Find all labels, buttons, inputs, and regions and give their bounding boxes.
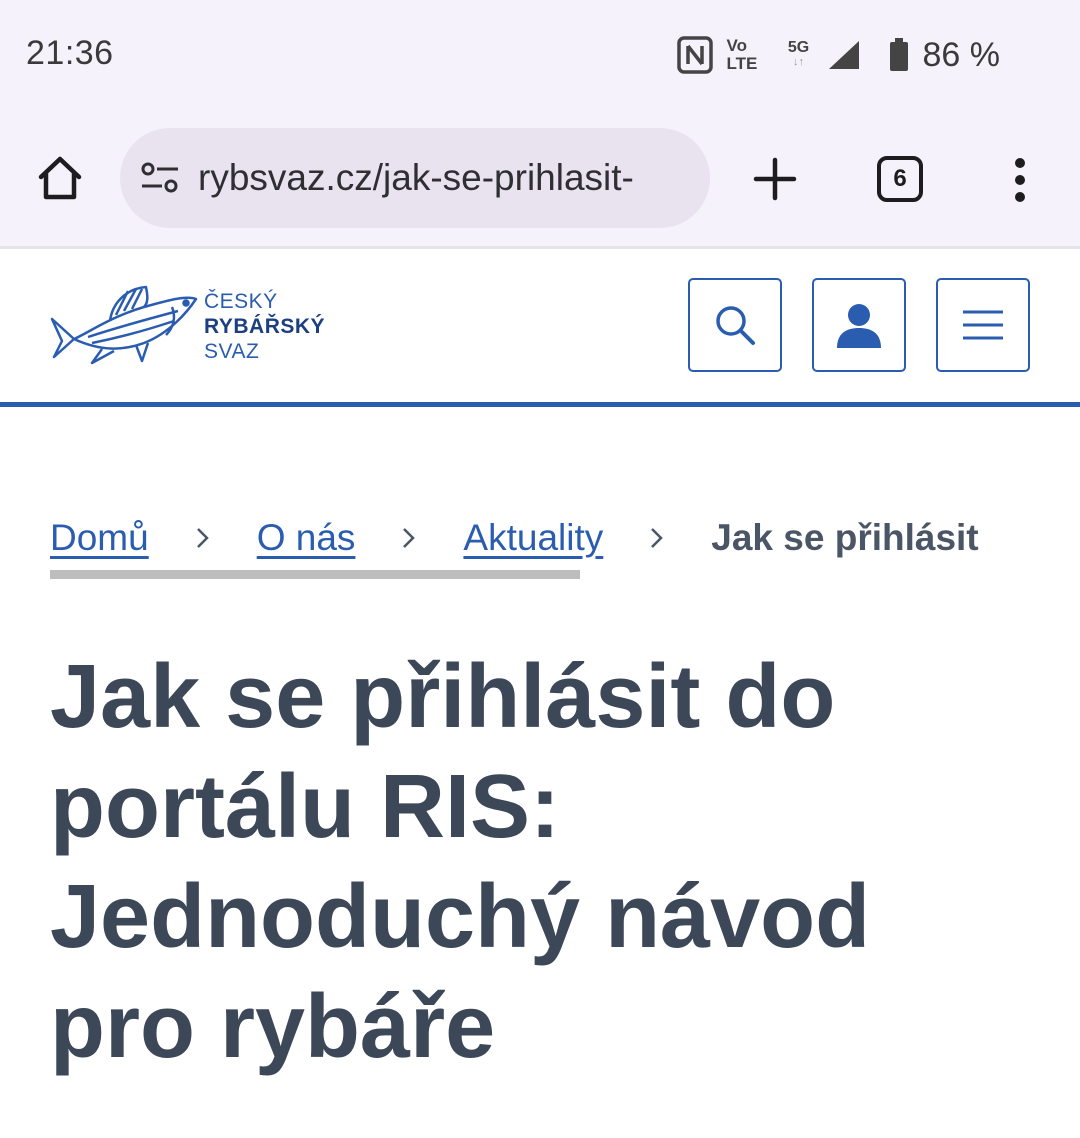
new-tab-icon[interactable] — [752, 156, 798, 202]
chevron-right-icon — [403, 528, 416, 548]
logo-line-2: RYBÁŘSKÝ — [204, 315, 326, 338]
tab-switcher-button[interactable]: 6 — [877, 156, 923, 202]
breadcrumb-home[interactable]: Domů — [50, 517, 149, 559]
breadcrumb: Domů O nás Aktuality Jak se přihlásit — [50, 512, 979, 564]
signal-icon — [828, 41, 859, 69]
breadcrumb-current: Jak se přihlásit — [711, 517, 979, 558]
more-menu-icon[interactable] — [1006, 156, 1034, 204]
breadcrumb-news[interactable]: Aktuality — [463, 517, 603, 559]
user-account-button[interactable] — [812, 278, 906, 372]
hamburger-icon — [963, 310, 1003, 340]
status-icons: Vo LTE 5G ↓↑ 86 % — [676, 30, 1001, 80]
network-type-icon: 5G ↓↑ — [785, 39, 813, 69]
battery-icon — [889, 38, 908, 71]
volte-label: Vo — [726, 36, 747, 55]
user-icon — [837, 304, 881, 348]
network-label: 5G — [787, 39, 810, 56]
site-header: ČESKÝ RYBÁŘSKÝ SVAZ — [0, 249, 1080, 403]
breadcrumb-scrollbar[interactable] — [50, 570, 580, 579]
logo-line-3: SVAZ — [204, 340, 260, 363]
status-bar: 21:36 Vo LTE 5G ↓↑ 86 % — [0, 0, 1080, 110]
fish-logo-icon — [50, 285, 198, 365]
logo-text: ČESKÝ RYBÁŘSKÝ SVAZ — [204, 289, 325, 364]
address-bar[interactable]: rybsvaz.cz/jak-se-prihlasit- — [120, 128, 710, 228]
menu-button[interactable] — [936, 278, 1030, 372]
site-settings-icon[interactable] — [140, 160, 180, 196]
page-title: Jak se přihlásit do portálu RIS: Jednodu… — [50, 647, 871, 1077]
battery-percent: 86 % — [922, 35, 1001, 74]
site-logo[interactable]: ČESKÝ RYBÁŘSKÝ SVAZ — [48, 281, 328, 371]
browser-toolbar: rybsvaz.cz/jak-se-prihlasit- 6 — [0, 110, 1080, 248]
data-arrows-icon: ↓↑ — [793, 56, 804, 68]
chevron-right-icon — [196, 528, 209, 548]
search-icon — [716, 306, 755, 345]
breadcrumb-about[interactable]: O nás — [257, 517, 356, 559]
url-text[interactable]: rybsvaz.cz/jak-se-prihlasit- — [198, 157, 698, 199]
logo-line-1: ČESKÝ — [204, 290, 278, 313]
search-button[interactable] — [688, 278, 782, 372]
status-time: 21:36 — [26, 34, 114, 72]
volte-icon: Vo LTE — [727, 37, 771, 73]
tab-count: 6 — [893, 165, 907, 192]
header-divider — [0, 402, 1080, 407]
chevron-right-icon — [651, 528, 664, 548]
lte-label: LTE — [726, 54, 758, 73]
home-icon[interactable] — [36, 154, 84, 202]
nfc-icon — [676, 36, 713, 74]
